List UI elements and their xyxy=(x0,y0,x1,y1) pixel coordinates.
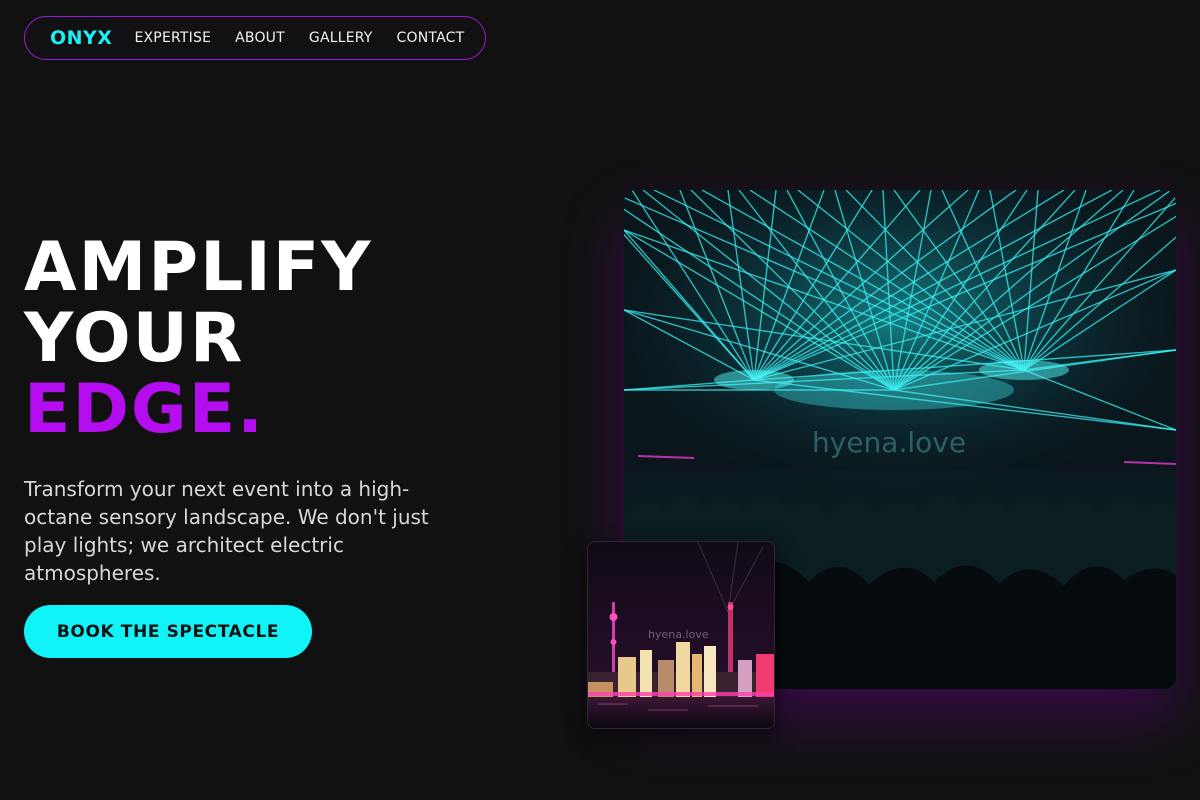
nav-link-contact[interactable]: CONTACT xyxy=(397,30,465,46)
headline-accent: EDGE. xyxy=(24,370,265,449)
headline-line-1: AMPLIFY xyxy=(24,228,373,307)
book-the-spectacle-button[interactable]: BOOK THE SPECTACLE xyxy=(24,605,312,658)
logo[interactable]: ONYX xyxy=(50,27,112,49)
nav-link-expertise[interactable]: EXPERTISE xyxy=(134,30,211,46)
hero-headline: AMPLIFY YOUR EDGE. xyxy=(24,232,372,445)
hero-subcopy: Transform your next event into a high-oc… xyxy=(24,477,429,585)
top-nav: ONYX EXPERTISE ABOUT GALLERY CONTACT xyxy=(24,16,486,60)
thumb-image-watermark: hyena.love xyxy=(648,628,709,641)
nav-link-about[interactable]: ABOUT xyxy=(235,30,285,46)
city-skyline-image: hyena.love xyxy=(587,541,775,729)
headline-line-2: YOUR xyxy=(24,299,245,378)
page: ONYX EXPERTISE ABOUT GALLERY CONTACT AMP… xyxy=(0,0,1200,800)
main-image-watermark: hyena.love xyxy=(812,426,966,459)
nav-link-gallery[interactable]: GALLERY xyxy=(309,30,373,46)
